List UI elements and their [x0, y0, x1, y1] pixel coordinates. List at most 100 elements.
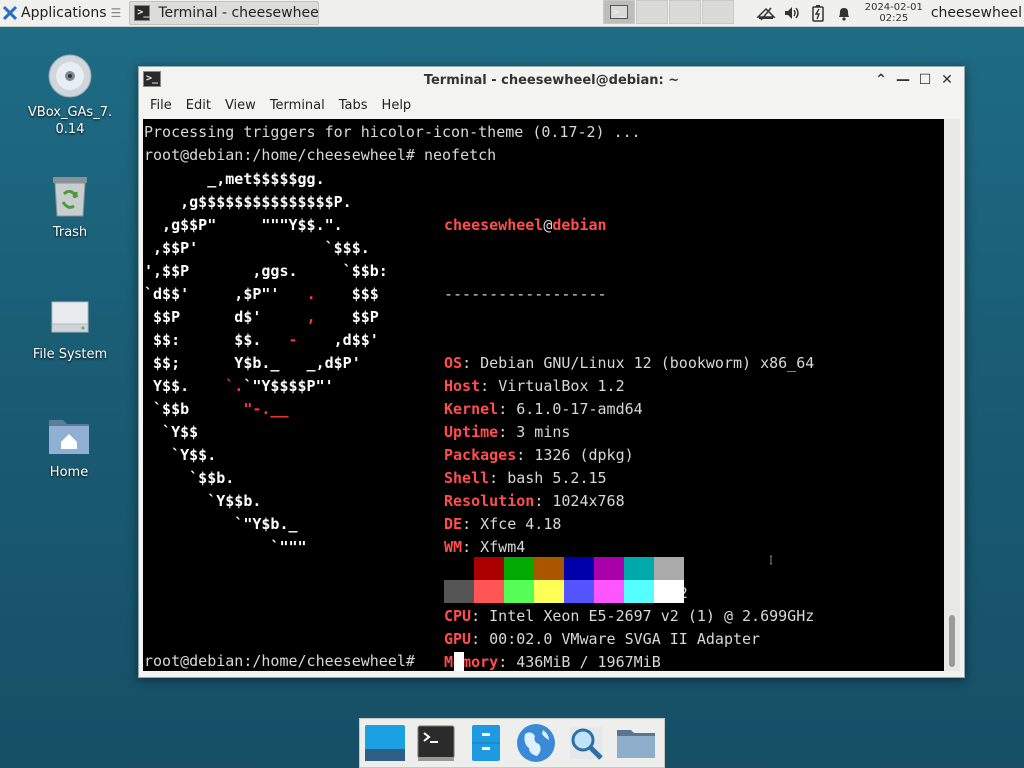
palette-swatch — [534, 557, 564, 580]
ascii-art-line: ',$$P ,ggs. `$$b: — [144, 260, 388, 283]
ascii-art-segment: `""" — [144, 538, 307, 556]
info-colon: : — [516, 446, 535, 464]
notification-bell-icon[interactable] — [833, 4, 855, 22]
show-desktop-icon[interactable] — [363, 721, 407, 765]
info-colon: : — [471, 607, 490, 625]
volume-icon[interactable] — [781, 4, 803, 22]
desktop-icon-home[interactable]: Home — [21, 412, 117, 481]
web-browser-icon[interactable] — [514, 721, 557, 765]
menubar: File Edit View Terminal Tabs Help — [139, 93, 964, 117]
shade-button[interactable]: ⌃ — [870, 70, 892, 90]
workspace-switcher: >_ — [603, 0, 735, 26]
menu-terminal[interactable]: Terminal — [263, 98, 332, 113]
info-key: Shell — [444, 469, 490, 487]
info-value: 1326 (dpkg) — [534, 446, 634, 464]
terminal-icon[interactable] — [414, 721, 457, 765]
palette-swatch — [444, 580, 474, 603]
palette-swatch — [444, 557, 474, 580]
ascii-art-segment: ,g$$P" """Y$$.". — [144, 216, 343, 234]
menu-separator-icon: ☰ — [110, 6, 122, 20]
palette-swatch — [504, 580, 534, 603]
battery-icon[interactable] — [807, 4, 829, 22]
menu-view[interactable]: View — [218, 98, 263, 113]
separator-line: ------------------ — [444, 285, 607, 303]
info-key: Resolution — [444, 492, 535, 510]
info-value: bash 5.2.15 — [507, 469, 607, 487]
info-key: GPU — [444, 630, 472, 648]
terminal-output[interactable]: Processing triggers for hicolor-icon-the… — [143, 119, 944, 671]
workspace-4[interactable] — [702, 0, 734, 24]
menu-file[interactable]: File — [143, 98, 179, 113]
desktop-icon-label: Trash — [52, 225, 88, 240]
workspace-3[interactable] — [669, 0, 701, 24]
info-key: CPU — [444, 607, 472, 625]
info-colon: : — [489, 469, 508, 487]
top-panel: Applications ☰ >_ Terminal - cheesewheel… — [0, 0, 1024, 27]
clock[interactable]: 2024-02-01 02:25 — [865, 2, 923, 24]
ascii-art-line: `d$$' ,$P"' . $$$ — [144, 283, 388, 306]
info-value: Xfwm4 — [480, 538, 526, 556]
info-colon: : — [462, 354, 481, 372]
terminal-window: >_ Terminal - cheesewheel@debian: ~ ⌃ — … — [138, 66, 965, 678]
ascii-art-line: `""" — [144, 536, 388, 559]
trash-icon — [53, 177, 87, 217]
menu-help[interactable]: Help — [375, 98, 419, 113]
desktop-icon-vbox-gas[interactable]: VBox_GAs_7. 0.14 — [22, 52, 118, 138]
terminal-scrollbar[interactable] — [944, 119, 960, 671]
ascii-art-line: _,met$$$$$gg. — [144, 168, 388, 191]
palette-swatch — [594, 580, 624, 603]
info-value: Intel Xeon E5-2697 v2 (1) @ 2.699GHz — [489, 607, 815, 625]
info-line: OS: Debian GNU/Linux 12 (bookworm) x86_6… — [444, 352, 814, 375]
window-title: Terminal - cheesewheel@debian: ~ — [423, 72, 680, 88]
info-line: GPU: 00:02.0 VMware SVGA II Adapter — [444, 628, 814, 651]
color-palette — [444, 557, 684, 603]
info-line: Host: VirtualBox 1.2 — [444, 375, 814, 398]
workspace-2[interactable] — [636, 0, 668, 24]
terminal-icon: >_ — [610, 5, 628, 19]
app-finder-icon[interactable] — [564, 721, 607, 765]
desktop-icon-trash[interactable]: Trash — [22, 172, 118, 241]
ascii-art-segment: `$$b. — [144, 469, 235, 487]
menu-tabs[interactable]: Tabs — [332, 98, 375, 113]
palette-swatch — [624, 580, 654, 603]
ascii-art-line: Y$$. `.`"Y$$$$P"' — [144, 375, 388, 398]
applications-label: Applications — [21, 5, 107, 21]
ascii-art-line: $$; Y$b._ _,d$P' — [144, 352, 388, 375]
ascii-art-line: `Y$$ — [144, 421, 388, 444]
ascii-art-line: ,g$$$$$$$$$$$$$$$P. — [144, 191, 388, 214]
ascii-art-line: `$$b. — [144, 467, 388, 490]
ascii-art-line: `Y$$. — [144, 444, 388, 467]
info-line: WM: Xfwm4 — [444, 536, 814, 559]
palette-swatch — [654, 580, 684, 603]
menu-edit[interactable]: Edit — [179, 98, 218, 113]
info-line: Shell: bash 5.2.15 — [444, 467, 814, 490]
palette-swatch — [564, 580, 594, 603]
info-key: Kernel — [444, 400, 499, 418]
palette-swatch — [624, 557, 654, 580]
info-line: Packages: 1326 (dpkg) — [444, 444, 814, 467]
ascii-art-line: `$$b "-.__ — [144, 398, 388, 421]
ascii-art-segment: Y$$. — [144, 377, 226, 395]
taskbar-terminal-button[interactable]: >_ Terminal - cheesewheel... — [129, 1, 320, 25]
window-titlebar[interactable]: >_ Terminal - cheesewheel@debian: ~ ⌃ — … — [139, 67, 964, 93]
user-menu[interactable]: cheesewheel — [931, 5, 1022, 21]
info-key: Packages — [444, 446, 517, 464]
workspace-1[interactable]: >_ — [603, 0, 635, 24]
desktop-icon-file-system[interactable]: File System — [22, 294, 118, 363]
applications-menu-button[interactable]: Applications ☰ — [0, 0, 125, 26]
minimize-button[interactable]: — — [892, 70, 914, 90]
info-key: Uptime — [444, 423, 499, 441]
ascii-art-segment: , — [306, 308, 316, 326]
info-value: VirtualBox 1.2 — [498, 377, 625, 395]
dock — [359, 718, 665, 768]
ascii-art-segment: ,d$$' — [297, 331, 379, 349]
info-value: 00:02.0 VMware SVGA II Adapter — [489, 630, 761, 648]
info-colon: : — [498, 423, 517, 441]
file-manager-icon[interactable] — [464, 721, 507, 765]
folder-icon[interactable] — [614, 721, 657, 765]
maximize-button[interactable]: ☐ — [914, 70, 936, 90]
scrollbar-thumb[interactable] — [949, 615, 955, 667]
info-line: Uptime: 3 mins — [444, 421, 814, 444]
close-button[interactable]: ✕ — [936, 70, 958, 90]
network-icon[interactable] — [755, 4, 777, 22]
